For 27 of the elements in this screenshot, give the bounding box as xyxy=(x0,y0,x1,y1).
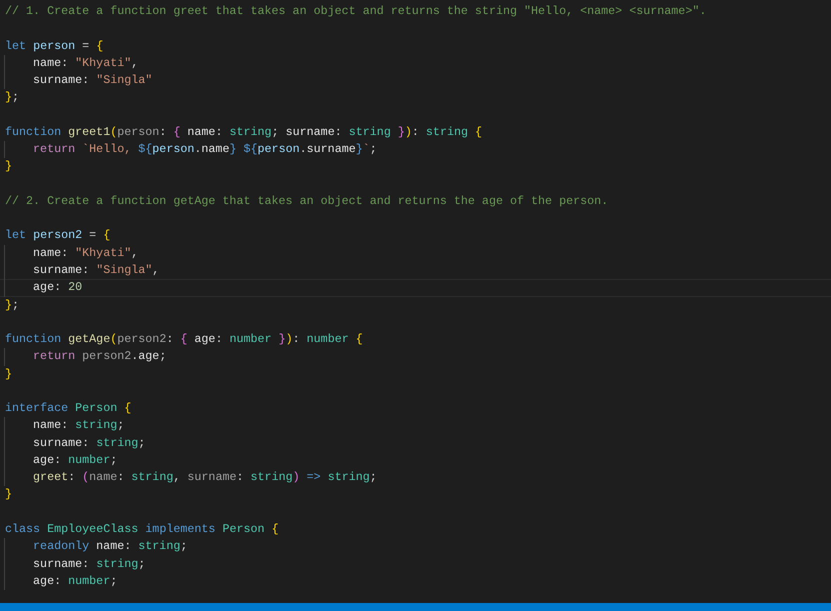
code-line: readonly name: string; xyxy=(4,538,188,556)
code-line: return person2.age; xyxy=(4,348,166,366)
code-line: function greet1(person: { name: string; surname: string }): string { xyxy=(4,124,482,141)
code-line: interface Person { xyxy=(4,400,132,418)
code-line: } xyxy=(4,366,12,383)
code-line: surname: string; xyxy=(4,434,146,452)
code-line: let person = { xyxy=(4,38,104,55)
code-line: class EmployeeClass implements Person { xyxy=(4,520,279,538)
code-line: // 1. Create a function greet that takes an object and returns the string "Hello, <name> <surname>". xyxy=(4,3,706,20)
code-line: surname: string; xyxy=(4,556,146,573)
code-line: }; xyxy=(4,89,20,106)
code-line: function getAge(person2: { age: number }): number { xyxy=(4,331,363,348)
code-line: // 2. Create a function getAge that takes an object and returns the age of the person. xyxy=(4,192,608,210)
code-line: name: "Khyati", xyxy=(4,54,138,72)
code-line: surname: "Singla" xyxy=(4,72,152,90)
code-line: let person2 = { xyxy=(4,227,110,244)
code-line: return `Hello, ${person.name} ${person.surname}`; xyxy=(4,141,377,158)
code-line: surname: "Singla", xyxy=(4,262,160,280)
code-line: age: number; xyxy=(4,452,118,470)
code-line: }; xyxy=(4,296,20,314)
code-line: } xyxy=(4,158,12,176)
code-line: name: string; xyxy=(4,417,124,435)
code-line: age: 20 xyxy=(4,279,82,297)
code-line: greet: (name: string, surname: string) => string; xyxy=(4,469,377,486)
code-line: } xyxy=(4,486,12,504)
code-line: age: number; xyxy=(4,572,118,590)
code-line: name: "Khyati", xyxy=(4,244,138,262)
